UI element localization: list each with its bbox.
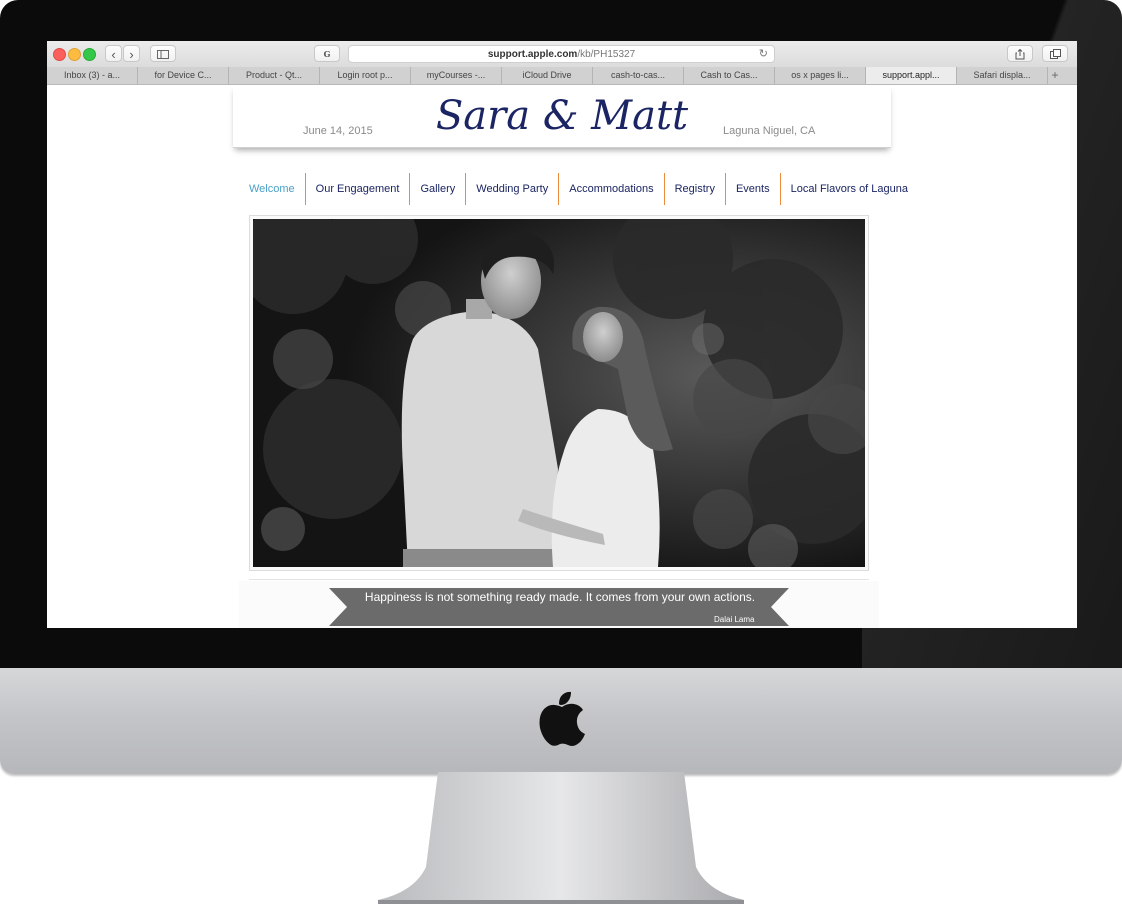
nav-link-gallery[interactable]: Gallery xyxy=(410,173,467,205)
wedding-date: June 14, 2015 xyxy=(303,125,373,137)
url-path: /kb/PH15327 xyxy=(577,49,636,60)
browser-tab[interactable]: os x pages li... xyxy=(775,67,866,84)
site-title[interactable]: Sara & Matt xyxy=(417,93,707,139)
nav-link-wedding-party[interactable]: Wedding Party xyxy=(466,173,560,205)
browser-tab[interactable]: Safari displa... xyxy=(957,67,1048,84)
address-bar[interactable]: support.apple.com/kb/PH15327 ↻ xyxy=(348,45,775,63)
zoom-window-button[interactable] xyxy=(83,48,96,61)
nav-link-our-engagement[interactable]: Our Engagement xyxy=(306,173,411,205)
tab-overview-button[interactable] xyxy=(1042,45,1068,62)
tabs-icon xyxy=(1049,49,1061,59)
tab-bar: Inbox (3) - a... for Device C... Product -… xyxy=(47,67,1077,85)
chevron-left-icon: ‹ xyxy=(111,47,116,62)
browser-window: ‹ › G support.apple.com/kb/PH15327 ↻ Inb… xyxy=(47,41,1077,628)
browser-tab[interactable]: Login root p... xyxy=(320,67,411,84)
quote-text: Happiness is not something ready made. I… xyxy=(364,590,756,604)
chevron-right-icon: › xyxy=(129,47,134,62)
favorites-button[interactable]: G xyxy=(314,45,340,62)
browser-tab[interactable]: for Device C... xyxy=(138,67,229,84)
wedding-website: June 14, 2015 Sara & Matt Laguna Niguel,… xyxy=(47,85,1077,628)
back-button[interactable]: ‹ xyxy=(105,45,122,62)
new-tab-button[interactable]: + xyxy=(1048,67,1062,84)
couple-photo xyxy=(253,219,865,567)
nav-link-local-flavors-of-laguna[interactable]: Local Flavors of Laguna xyxy=(781,173,918,205)
sidebar-button[interactable] xyxy=(150,45,176,62)
nav-link-accommodations[interactable]: Accommodations xyxy=(559,173,665,205)
imac-stand xyxy=(378,772,744,904)
browser-tab[interactable]: support.appl... xyxy=(866,67,957,84)
url-host: support.apple.com xyxy=(487,49,578,60)
reload-icon[interactable]: ↻ xyxy=(759,46,768,63)
quote-author: Dalai Lama xyxy=(714,615,755,624)
apple-logo-icon xyxy=(539,691,585,746)
browser-tab[interactable]: Inbox (3) - a... xyxy=(47,67,138,84)
wedding-location: Laguna Niguel, CA xyxy=(723,125,816,137)
browser-tab[interactable]: Product - Qt... xyxy=(229,67,320,84)
share-icon xyxy=(1015,48,1025,60)
browser-tab[interactable]: cash-to-cas... xyxy=(593,67,684,84)
close-window-button[interactable] xyxy=(53,48,66,61)
sidebar-icon xyxy=(157,50,169,59)
safari-toolbar: ‹ › G support.apple.com/kb/PH15327 ↻ xyxy=(47,41,1077,68)
main-navigation: Welcome Our Engagement Gallery Wedding Part… xyxy=(239,173,918,205)
browser-tab[interactable]: Cash to Cas... xyxy=(684,67,775,84)
browser-tab[interactable]: iCloud Drive xyxy=(502,67,593,84)
forward-button[interactable]: › xyxy=(123,45,140,62)
nav-link-registry[interactable]: Registry xyxy=(665,173,726,205)
browser-tab[interactable]: myCourses -... xyxy=(411,67,502,84)
share-button[interactable] xyxy=(1007,45,1033,62)
hero-photo-frame xyxy=(249,215,869,571)
nav-link-events[interactable]: Events xyxy=(726,173,781,205)
nav-link-welcome[interactable]: Welcome xyxy=(239,173,306,205)
divider xyxy=(249,579,869,580)
google-favicon-icon: G xyxy=(323,49,331,59)
minimize-window-button[interactable] xyxy=(68,48,81,61)
